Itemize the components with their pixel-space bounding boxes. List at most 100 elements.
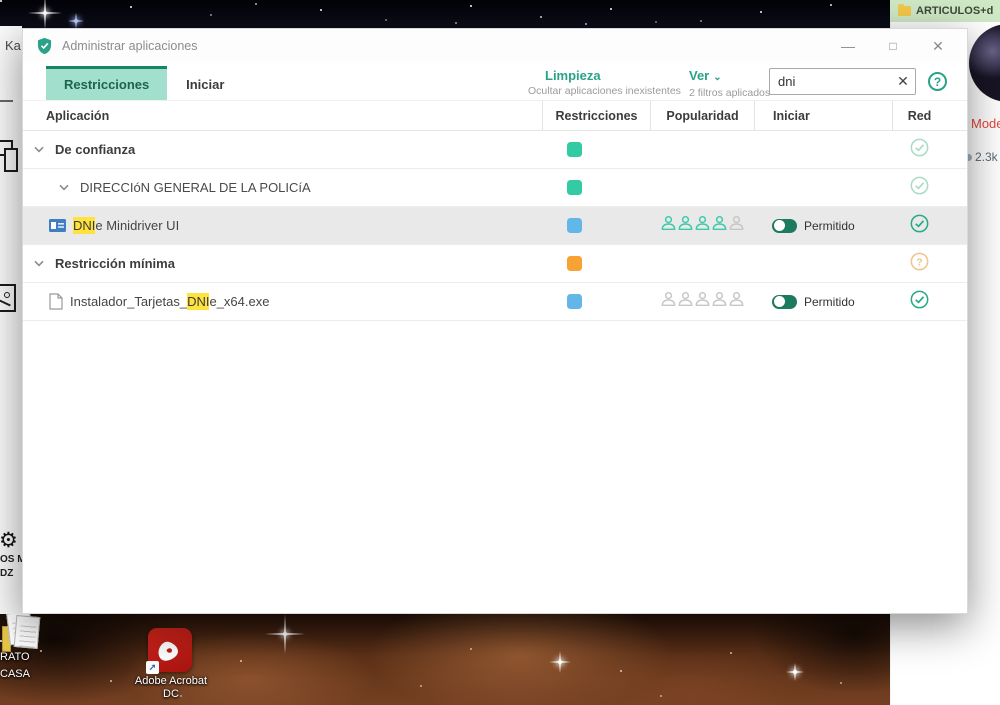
clear-search-icon[interactable]: ✕ bbox=[891, 73, 915, 90]
chevron-down-icon[interactable] bbox=[34, 146, 44, 153]
app-name-cell: Restricción mínima bbox=[23, 245, 542, 282]
restriction-badge[interactable] bbox=[566, 294, 582, 309]
folder-list-item[interactable]: ARTICULOS+d bbox=[890, 0, 1000, 22]
tab-restricciones[interactable]: Restricciones bbox=[46, 66, 168, 100]
toggle-label: Permitido bbox=[804, 218, 855, 233]
permitido-toggle[interactable] bbox=[772, 218, 797, 233]
stat-row: 2.3k bbox=[965, 150, 998, 164]
desktop-icon-acrobat[interactable]: ➚ bbox=[146, 628, 192, 674]
search-input[interactable] bbox=[770, 74, 891, 89]
restrictions-cell bbox=[542, 169, 650, 206]
ver-subtitle: 2 filtros aplicados bbox=[689, 87, 771, 99]
app-name: DNIe Minidriver UI bbox=[73, 217, 180, 234]
limpieza-control[interactable]: Limpieza Ocultar aplicaciones inexistent… bbox=[528, 68, 681, 97]
avatar[interactable] bbox=[969, 24, 1000, 102]
table-row-group[interactable]: DIRECCIóN GENERAL DE LA POLICíA bbox=[23, 169, 967, 207]
desktop-icon-label: Adobe Acrobat DC bbox=[134, 675, 208, 700]
ver-control[interactable]: Ver ⌄ 2 filtros aplicados bbox=[689, 68, 770, 99]
person-icon bbox=[728, 290, 745, 313]
table-row-group[interactable]: De confianza bbox=[23, 131, 967, 169]
gear-icon[interactable]: ⚙ bbox=[0, 530, 18, 551]
tabs: Restricciones Iniciar bbox=[46, 66, 243, 100]
table-row-app[interactable]: Instalador_Tarjetas_DNIe_x64.exe Permitid… bbox=[23, 283, 967, 321]
restriction-badge[interactable] bbox=[566, 218, 582, 233]
app-name-cell: De confianza bbox=[23, 131, 542, 168]
iniciar-cell bbox=[754, 131, 892, 168]
popularity-rating bbox=[660, 214, 745, 237]
icon-label: DZ bbox=[0, 568, 14, 579]
desktop-icon-documents[interactable] bbox=[2, 610, 44, 656]
toggle-knob bbox=[773, 220, 785, 231]
chevron-down-icon[interactable] bbox=[59, 184, 69, 191]
group-label: Restricción mínima bbox=[55, 256, 175, 271]
stars bbox=[0, 0, 2, 2]
dash-icon bbox=[0, 100, 13, 102]
person-icon bbox=[694, 290, 711, 313]
restrictions-cell bbox=[542, 131, 650, 168]
iniciar-cell bbox=[754, 169, 892, 206]
person-icon bbox=[711, 214, 728, 237]
person-icon bbox=[728, 214, 745, 237]
restriction-badge[interactable] bbox=[566, 256, 582, 271]
background-window-title: Ka bbox=[5, 38, 21, 53]
table-row-group[interactable]: Restricción mínima? bbox=[23, 245, 967, 283]
person-icon bbox=[711, 290, 728, 313]
stat-value: 2.3k bbox=[975, 150, 998, 164]
restrictions-cell bbox=[542, 245, 650, 282]
column-header-aplicacion[interactable]: Aplicación bbox=[23, 101, 542, 130]
background-window-strip: Ka ⚙ OS M DZ bbox=[0, 26, 26, 614]
check-status-icon bbox=[910, 214, 929, 238]
permitido-toggle[interactable] bbox=[772, 294, 797, 309]
check-status-icon bbox=[910, 176, 929, 200]
column-header-iniciar[interactable]: Iniciar bbox=[754, 101, 892, 130]
file-icon bbox=[49, 293, 63, 310]
maximize-button[interactable]: □ bbox=[885, 38, 901, 54]
shortcut-arrow-icon: ➚ bbox=[146, 661, 159, 674]
toggle-knob bbox=[773, 296, 785, 307]
help-icon[interactable]: ? bbox=[928, 72, 947, 91]
limpieza-link[interactable]: Limpieza bbox=[545, 68, 681, 83]
restriction-badge[interactable] bbox=[566, 180, 582, 195]
question-status-icon: ? bbox=[910, 252, 929, 276]
ver-dropdown[interactable]: Ver ⌄ bbox=[689, 68, 770, 85]
restriction-badge[interactable] bbox=[566, 142, 582, 157]
network-status-cell: ? bbox=[892, 245, 969, 282]
desktop: ARTICULOS+d Mode 2.3k Ka ⚙ OS M DZ RATO … bbox=[0, 0, 1000, 705]
app-table-body: De confianza DIRECCIóN GENERAL DE LA POLI… bbox=[23, 131, 967, 613]
partial-icon[interactable] bbox=[0, 284, 16, 312]
tab-iniciar[interactable]: Iniciar bbox=[167, 66, 243, 100]
popularity-cell bbox=[650, 169, 754, 206]
titlebar: Administrar aplicaciones — □ ✕ bbox=[23, 29, 967, 63]
window-controls: — □ ✕ bbox=[840, 38, 946, 54]
folder-icon bbox=[898, 4, 911, 16]
column-header-popularidad[interactable]: Popularidad bbox=[650, 101, 754, 130]
column-header-red[interactable]: Red bbox=[892, 101, 969, 130]
window-title: Administrar aplicaciones bbox=[62, 39, 198, 53]
partial-icon[interactable] bbox=[4, 148, 18, 172]
chevron-down-icon[interactable] bbox=[34, 260, 44, 267]
check-status-icon bbox=[910, 138, 929, 162]
shield-icon bbox=[37, 37, 52, 55]
iniciar-cell: Permitido bbox=[754, 207, 892, 244]
iniciar-cell bbox=[754, 245, 892, 282]
group-label: De confianza bbox=[55, 142, 136, 157]
person-icon bbox=[660, 290, 677, 313]
network-status-cell bbox=[892, 283, 969, 320]
chevron-down-icon: ⌄ bbox=[713, 72, 722, 83]
close-button[interactable]: ✕ bbox=[930, 38, 946, 54]
iniciar-cell: Permitido bbox=[754, 283, 892, 320]
search-highlight: DNI bbox=[73, 217, 96, 234]
limpieza-subtitle: Ocultar aplicaciones inexistentes bbox=[528, 85, 681, 97]
folder-label: ARTICULOS+d bbox=[916, 5, 994, 17]
wallpaper-sky bbox=[0, 0, 890, 30]
person-icon bbox=[677, 214, 694, 237]
app-name-cell: DIRECCIóN GENERAL DE LA POLICíA bbox=[23, 169, 542, 206]
table-row-app[interactable]: DNIe Minidriver UI Permitido bbox=[23, 207, 967, 245]
minimize-button[interactable]: — bbox=[840, 38, 856, 54]
restrictions-cell bbox=[542, 283, 650, 320]
group-label: DIRECCIóN GENERAL DE LA POLICíA bbox=[80, 180, 311, 195]
person-icon bbox=[677, 290, 694, 313]
app-name-cell: DNIe Minidriver UI bbox=[23, 207, 542, 244]
network-status-cell bbox=[892, 207, 969, 244]
column-header-restricciones[interactable]: Restricciones bbox=[542, 101, 650, 130]
